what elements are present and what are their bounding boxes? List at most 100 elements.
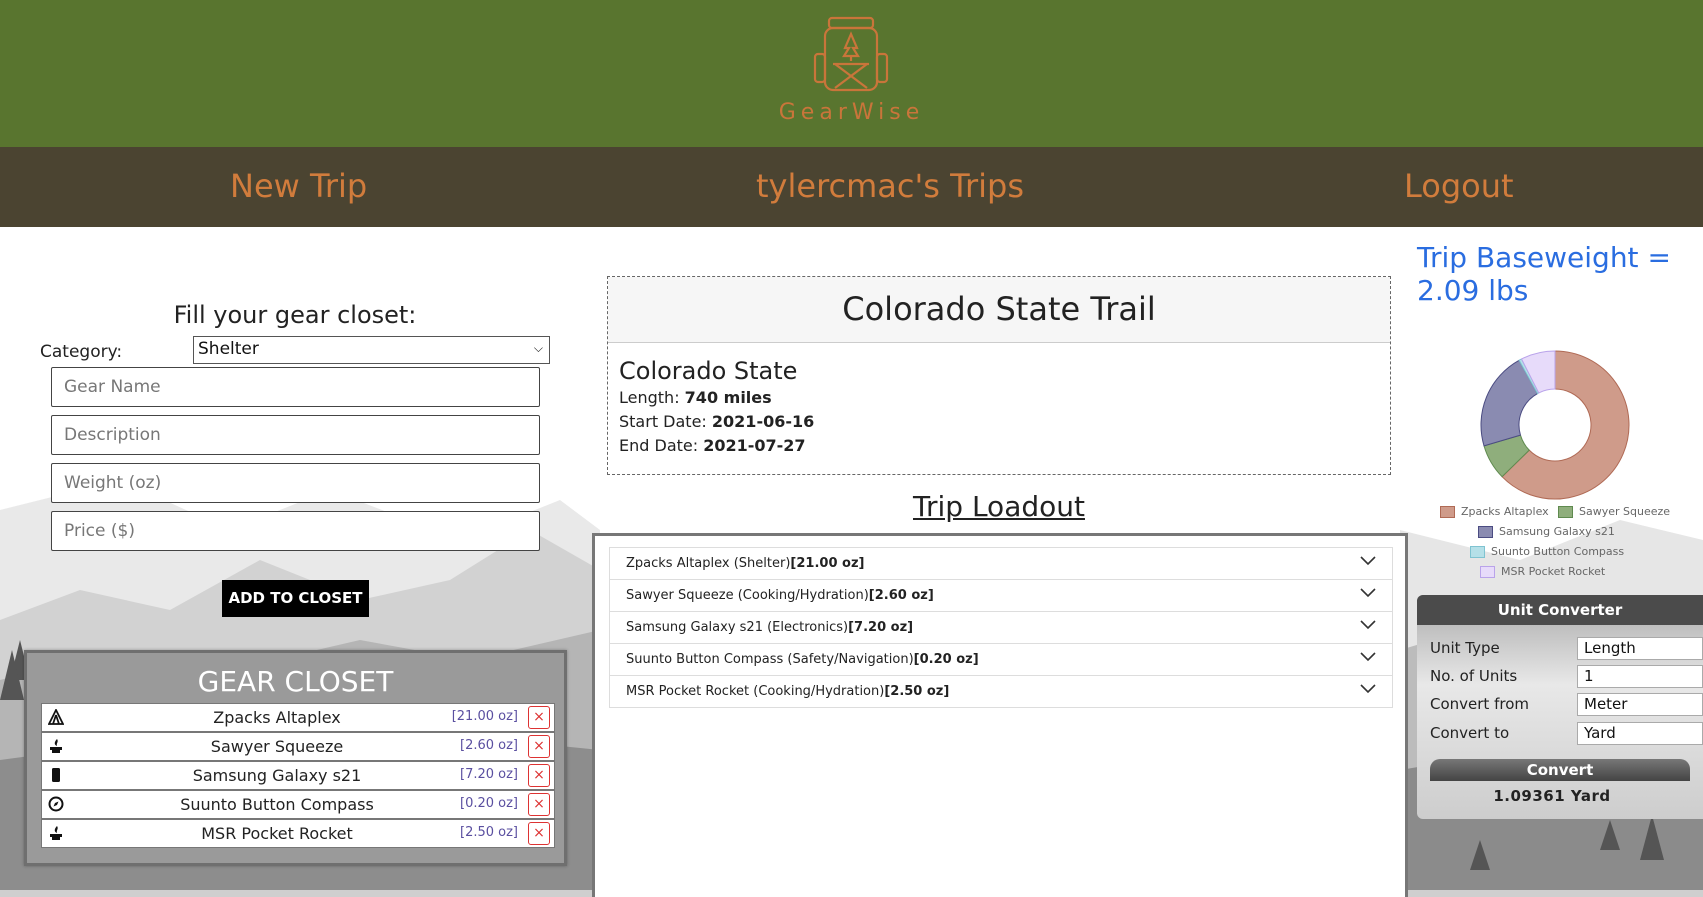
trip-loadout-list: Zpacks Altaplex (Shelter)[21.00 oz] Sawye…	[592, 533, 1408, 897]
legend-item[interactable]: Suunto Button Compass	[1470, 545, 1624, 558]
category-select[interactable]: Shelter ⌵	[193, 336, 550, 364]
trip-baseweight: Trip Baseweight = 2.09 lbs	[1417, 241, 1671, 307]
remove-item-button[interactable]: ×	[528, 706, 550, 729]
form-title: Fill your gear closet:	[173, 301, 417, 329]
loadout-item-weight: [2.60 oz]	[868, 588, 934, 603]
main-nav: New Trip tylercmac's Trips Logout	[0, 147, 1703, 227]
legend-label: Suunto Button Compass	[1491, 545, 1625, 558]
convert-button[interactable]: Convert	[1430, 759, 1690, 781]
loadout-item-text: Suunto Button Compass (Safety/Navigation…	[626, 652, 914, 667]
loadout-item-label: Suunto Button Compass (Safety/Navigation…	[626, 652, 979, 667]
weight-input[interactable]: Weight (oz)	[51, 463, 540, 503]
unit-type-select[interactable]: Length	[1577, 637, 1703, 660]
convert-to-select[interactable]: Yard	[1577, 722, 1703, 745]
trip-location: Colorado State	[619, 357, 798, 385]
price-input[interactable]: Price ($)	[51, 511, 540, 551]
loadout-item-text: Zpacks Altaplex (Shelter)	[626, 556, 791, 571]
unit-converter: Unit Converter Unit Type Length No. of U…	[1417, 595, 1703, 819]
loadout-item-weight: [2.50 oz]	[884, 684, 950, 699]
remove-item-button[interactable]: ×	[528, 764, 550, 787]
unit-converter-title: Unit Converter	[1417, 595, 1703, 625]
trip-card: Colorado State Trail Colorado State Leng…	[607, 276, 1391, 475]
chevron-down-icon[interactable]	[1360, 620, 1376, 630]
closet-item-weight: [2.50 oz]	[460, 825, 518, 840]
closet-item-name: Zpacks Altaplex	[213, 708, 341, 727]
closet-item-name: Samsung Galaxy s21	[192, 766, 362, 785]
chevron-down-icon[interactable]	[1360, 588, 1376, 598]
loadout-item[interactable]: Suunto Button Compass (Safety/Navigation…	[609, 643, 1393, 676]
trip-length: Length: 740 miles	[619, 388, 772, 407]
trip-end-date: End Date: 2021-07-27	[619, 436, 806, 455]
loadout-item-label: Zpacks Altaplex (Shelter)[21.00 oz]	[626, 556, 864, 571]
loadout-item-text: MSR Pocket Rocket (Cooking/Hydration)	[626, 684, 885, 699]
remove-item-button[interactable]: ×	[528, 793, 550, 816]
description-input[interactable]: Description	[51, 415, 540, 455]
conversion-result: 1.09361 Yard	[1493, 787, 1611, 805]
chevron-down-icon[interactable]	[1360, 652, 1376, 662]
loadout-item-label: Samsung Galaxy s21 (Electronics)[7.20 oz…	[626, 620, 913, 635]
category-select-value: Shelter	[198, 339, 259, 359]
closet-item: MSR Pocket Rocket [2.50 oz] ×	[41, 819, 555, 848]
closet-item: Suunto Button Compass [0.20 oz] ×	[41, 790, 555, 819]
remove-item-button[interactable]: ×	[528, 735, 550, 758]
convert-from-select[interactable]: Meter	[1577, 693, 1703, 716]
convert-to-label: Convert to	[1430, 724, 1510, 742]
legend-item[interactable]: Samsung Galaxy s21	[1478, 525, 1615, 538]
closet-item-weight: [21.00 oz]	[451, 709, 518, 724]
gear-name-input[interactable]: Gear Name	[51, 367, 540, 407]
nav-new-trip[interactable]: New Trip	[230, 167, 367, 205]
loadout-item-label: Sawyer Squeeze (Cooking/Hydration)[2.60 …	[626, 588, 934, 603]
legend-item[interactable]: MSR Pocket Rocket	[1480, 565, 1605, 578]
legend-label: Sawyer Squeeze	[1579, 505, 1671, 518]
chevron-down-icon[interactable]	[1360, 684, 1376, 694]
loadout-item[interactable]: Sawyer Squeeze (Cooking/Hydration)[2.60 …	[609, 579, 1393, 612]
loadout-item-text: Sawyer Squeeze (Cooking/Hydration)	[626, 588, 869, 603]
trip-start-label: Start Date:	[619, 412, 707, 431]
loadout-item[interactable]: MSR Pocket Rocket (Cooking/Hydration)[2.…	[609, 675, 1393, 708]
loadout-item-weight: [0.20 oz]	[913, 652, 979, 667]
convert-from-label: Convert from	[1430, 695, 1529, 713]
legend-swatch	[1480, 566, 1495, 578]
closet-item: Samsung Galaxy s21 [7.20 oz] ×	[41, 761, 555, 790]
brand-name: GearWise	[778, 100, 925, 125]
chart-legend: Zpacks Altaplex Sawyer Squeeze Samsung Gal…	[1420, 503, 1703, 598]
closet-item: Sawyer Squeeze [2.60 oz] ×	[41, 732, 555, 761]
gear-closet-title: GEAR CLOSET	[197, 665, 394, 698]
trip-length-value: 740 miles	[684, 388, 772, 407]
loadout-item-weight: [7.20 oz]	[848, 620, 914, 635]
nav-my-trips[interactable]: tylercmac's Trips	[756, 167, 1024, 205]
units-input[interactable]: 1	[1577, 665, 1703, 688]
legend-item[interactable]: Sawyer Squeeze	[1558, 505, 1670, 518]
remove-item-button[interactable]: ×	[528, 822, 550, 845]
loadout-item[interactable]: Zpacks Altaplex (Shelter)[21.00 oz]	[609, 547, 1393, 580]
loadout-item-weight: [21.00 oz]	[790, 556, 865, 571]
gear-closet: GEAR CLOSET Zpacks Altaplex [21.00 oz] × Sa…	[24, 650, 567, 866]
site-header: GearWise	[0, 0, 1703, 147]
chevron-down-icon[interactable]	[1360, 556, 1376, 566]
add-to-closet-button[interactable]: ADD TO CLOSET	[222, 580, 369, 617]
weight-donut-chart	[1480, 350, 1630, 500]
trip-length-label: Length:	[619, 388, 680, 407]
closet-item-weight: [0.20 oz]	[460, 796, 518, 811]
legend-swatch	[1478, 526, 1493, 538]
nav-logout[interactable]: Logout	[1404, 167, 1514, 205]
trip-start-date: Start Date: 2021-06-16	[619, 412, 814, 431]
units-label: No. of Units	[1430, 667, 1518, 685]
legend-item[interactable]: Zpacks Altaplex	[1440, 505, 1549, 518]
legend-swatch	[1440, 506, 1455, 518]
trip-end-value: 2021-07-27	[703, 436, 806, 455]
legend-label: Zpacks Altaplex	[1461, 505, 1549, 518]
loadout-item-label: MSR Pocket Rocket (Cooking/Hydration)[2.…	[626, 684, 949, 699]
legend-label: MSR Pocket Rocket	[1501, 565, 1606, 578]
chevron-down-icon: ⌵	[533, 341, 543, 355]
closet-item-weight: [7.20 oz]	[460, 767, 518, 782]
loadout-item[interactable]: Samsung Galaxy s21 (Electronics)[7.20 oz…	[609, 611, 1393, 644]
closet-item-name: Sawyer Squeeze	[210, 737, 344, 756]
trip-title: Colorado State Trail	[608, 277, 1390, 343]
backpack-logo-icon	[813, 16, 889, 92]
legend-swatch	[1470, 546, 1485, 558]
closet-item-weight: [2.60 oz]	[460, 738, 518, 753]
trip-end-label: End Date:	[619, 436, 699, 455]
unit-type-label: Unit Type	[1430, 639, 1500, 657]
closet-item-name: Suunto Button Compass	[180, 795, 374, 814]
